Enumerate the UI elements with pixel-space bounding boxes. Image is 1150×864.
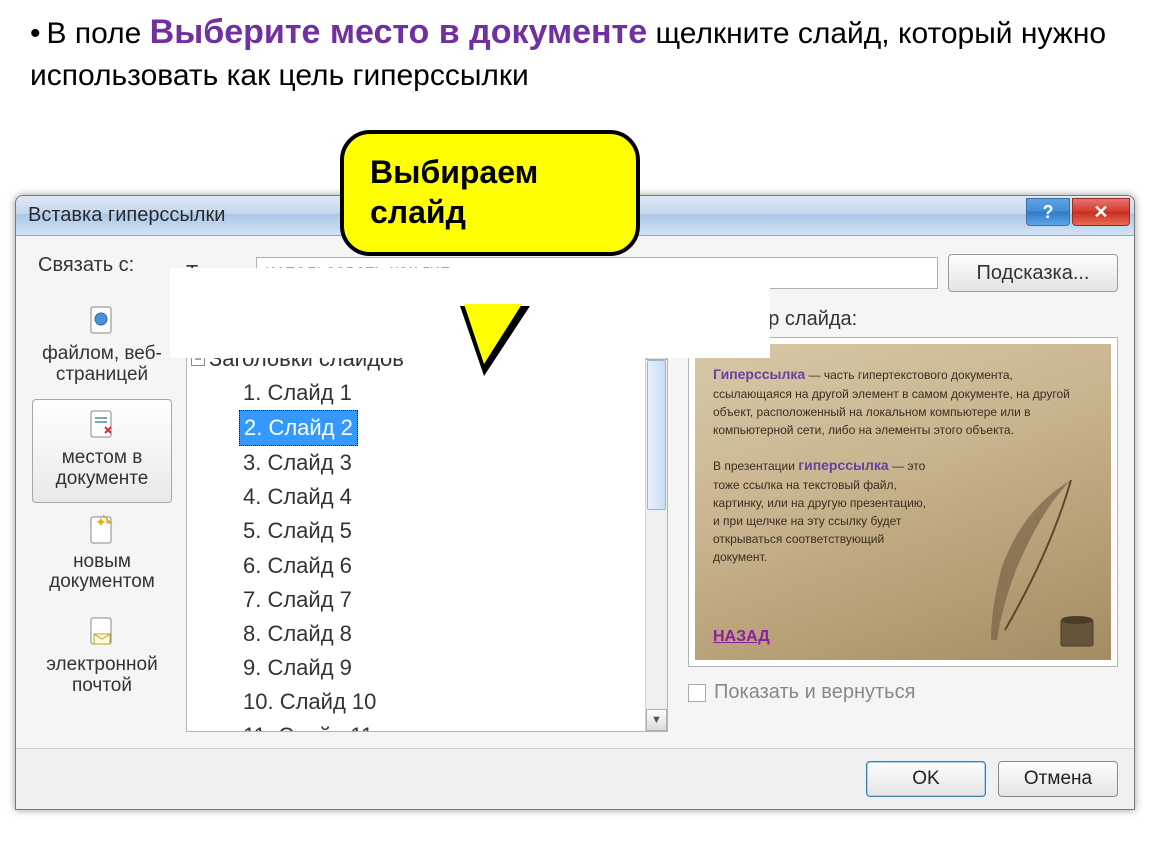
- screentip-button[interactable]: Подсказка...: [948, 254, 1118, 292]
- instruction-highlight: Выберите место в документе: [150, 13, 647, 51]
- checkbox-icon[interactable]: [688, 684, 706, 702]
- svg-text:✦: ✦: [95, 514, 107, 530]
- preview-back-link: НАЗАД: [713, 628, 770, 646]
- callout-bubble: Выбираем слайд: [340, 130, 640, 256]
- tree-item[interactable]: 10. Слайд 10: [239, 689, 380, 714]
- linkto-place-label: местом в документе: [35, 448, 169, 490]
- preview-keyword2: гиперссылка: [798, 457, 888, 473]
- tree-item[interactable]: 3. Слайд 3: [239, 450, 356, 475]
- document-tree[interactable]: − Заголовки слайдов 1. Слайд 12. Слайд 2…: [186, 337, 668, 732]
- tree-item[interactable]: 5. Слайд 5: [239, 518, 356, 543]
- ok-button[interactable]: OK: [866, 761, 986, 797]
- slide-preview: Гиперссылка — часть гипертекстового доку…: [695, 344, 1111, 660]
- callout-line2: слайд: [370, 192, 610, 232]
- linkto-new-doc[interactable]: ✦ новым документом: [32, 503, 172, 607]
- scroll-down-icon[interactable]: ▼: [646, 709, 667, 731]
- tree-item[interactable]: 6. Слайд 6: [239, 553, 356, 578]
- help-button[interactable]: ?: [1026, 198, 1070, 226]
- instruction-text: •В поле Выберите место в документе щелкн…: [0, 0, 1150, 96]
- tree-item[interactable]: 8. Слайд 8: [239, 621, 356, 646]
- dialog-title: Вставка гиперссылки: [28, 204, 225, 227]
- slide-preview-box: Гиперссылка — часть гипертекстового доку…: [688, 337, 1118, 667]
- show-and-return-option[interactable]: Показать и вернуться: [688, 681, 1118, 704]
- link-with-label: Связать с:: [32, 254, 172, 277]
- tree-scrollbar[interactable]: ▲ ▼: [645, 338, 667, 731]
- linkto-newdoc-label: новым документом: [35, 552, 169, 594]
- linkto-place-in-doc[interactable]: местом в документе: [32, 399, 172, 503]
- bullet-icon: •: [30, 17, 41, 50]
- linkto-file-web-label: файлом, веб-страницей: [35, 344, 169, 386]
- email-icon: [84, 615, 120, 651]
- preview-keyword1: Гиперссылка: [713, 366, 805, 382]
- cancel-button[interactable]: Отмена: [998, 761, 1118, 797]
- document-bookmark-icon: [84, 408, 120, 444]
- show-return-label: Показать и вернуться: [714, 681, 915, 704]
- dialog-footer: OK Отмена: [16, 748, 1134, 809]
- feather-icon: [961, 470, 1101, 650]
- callout-line1: Выбираем: [370, 152, 610, 192]
- scroll-thumb[interactable]: [647, 360, 666, 510]
- linkto-email-label: электронной почтой: [35, 655, 169, 697]
- tree-item[interactable]: 2. Слайд 2: [239, 410, 358, 446]
- linkto-email[interactable]: электронной почтой: [32, 606, 172, 710]
- linkto-file-web[interactable]: файлом, веб-страницей: [32, 295, 172, 399]
- instruction-prefix: В поле: [47, 17, 150, 50]
- tree-item[interactable]: 9. Слайд 9: [239, 655, 356, 680]
- tree-item[interactable]: 11. Слайд 11: [239, 723, 377, 731]
- close-button[interactable]: ✕: [1072, 198, 1130, 226]
- help-icon: ?: [1043, 202, 1054, 223]
- close-icon: ✕: [1093, 202, 1108, 223]
- new-document-icon: ✦: [84, 512, 120, 548]
- preview-text2-pre: В презентации: [713, 459, 798, 473]
- tree-item[interactable]: 7. Слайд 7: [239, 587, 356, 612]
- globe-page-icon: [84, 304, 120, 340]
- tree-item[interactable]: 4. Слайд 4: [239, 484, 356, 509]
- preview-text2: — это тоже ссылка на текстовый файл, кар…: [713, 459, 926, 564]
- tree-item[interactable]: 1. Слайд 1: [239, 380, 356, 405]
